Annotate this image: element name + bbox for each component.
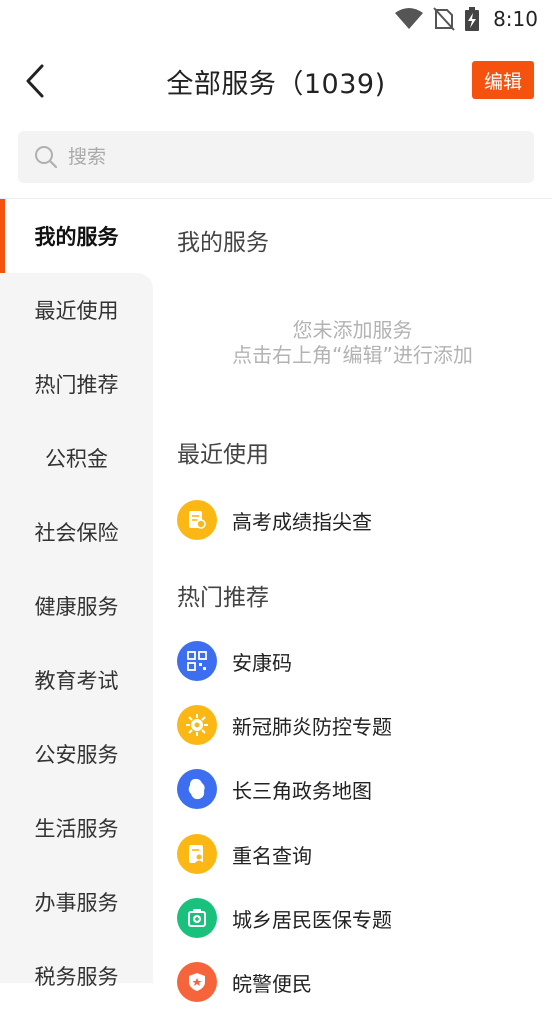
search-box[interactable]	[18, 131, 534, 183]
sidebar-item-health[interactable]: 健康服务	[0, 569, 153, 643]
sidebar-item-social-insurance[interactable]: 社会保险	[0, 495, 153, 569]
sidebar-item-label: 公积金	[45, 447, 108, 471]
service-item-ankang-code[interactable]: 安康码	[177, 639, 537, 683]
service-item-medical-insurance[interactable]: 城乡居民医保专题	[177, 896, 537, 940]
sidebar-item-label: 办事服务	[34, 891, 119, 915]
empty-hint: 您未添加服务 点击右上角“编辑”进行添加	[153, 318, 552, 368]
sidebar-item-public-security[interactable]: 公安服务	[0, 717, 153, 791]
back-button[interactable]	[22, 62, 52, 100]
sidebar-item-label: 我的服务	[34, 225, 119, 249]
service-item-duplicate-name[interactable]: 重名查询	[177, 832, 537, 876]
sidebar-item-tax[interactable]: 税务服务	[0, 939, 153, 1013]
search-input[interactable]	[68, 146, 488, 168]
service-label: 皖警便民	[232, 971, 312, 996]
search-icon	[35, 146, 58, 169]
map-icon	[177, 769, 217, 809]
sidebar-item-label: 最近使用	[34, 299, 119, 323]
header: 全部服务（1039) 编辑	[0, 38, 552, 124]
sidebar-item-label: 公安服务	[34, 743, 119, 767]
empty-hint-line1: 您未添加服务	[292, 318, 413, 342]
score-report-icon	[177, 500, 217, 540]
sidebar-item-label: 生活服务	[34, 817, 119, 841]
sidebar-item-life[interactable]: 生活服务	[0, 791, 153, 865]
service-label: 城乡居民医保专题	[232, 907, 392, 932]
sidebar-item-label: 税务服务	[34, 965, 119, 989]
name-search-icon	[177, 834, 217, 874]
service-label: 长三角政务地图	[232, 778, 372, 803]
sidebar: 我的服务 最近使用 热门推荐 公积金 社会保险 健康服务 教育考试 公安服务 生…	[0, 199, 153, 989]
sidebar-item-label: 热门推荐	[34, 373, 119, 397]
wifi-icon	[395, 8, 424, 29]
sidebar-item-affairs[interactable]: 办事服务	[0, 865, 153, 939]
sidebar-item-education[interactable]: 教育考试	[0, 643, 153, 717]
service-label: 安康码	[232, 650, 292, 675]
content-panel: 我的服务 您未添加服务 点击右上角“编辑”进行添加 最近使用 高考成绩指尖查 热…	[153, 199, 552, 1002]
section-title-my-services: 我的服务	[177, 230, 269, 256]
service-item-gaokao-score[interactable]: 高考成绩指尖查	[177, 498, 537, 542]
sidebar-item-housing-fund[interactable]: 公积金	[0, 421, 153, 495]
sidebar-item-my-services[interactable]: 我的服务	[0, 199, 153, 273]
status-bar: 8:10	[0, 0, 552, 38]
sidebar-item-label: 教育考试	[34, 669, 119, 693]
virus-icon	[177, 705, 217, 745]
service-item-covid-topic[interactable]: 新冠肺炎防控专题	[177, 703, 537, 747]
chevron-left-icon	[26, 64, 44, 98]
sidebar-item-recent[interactable]: 最近使用	[0, 273, 153, 347]
sidebar-item-label: 社会保险	[34, 521, 119, 545]
status-time: 8:10	[493, 7, 538, 31]
edit-button[interactable]: 编辑	[472, 61, 534, 99]
sidebar-item-hot[interactable]: 热门推荐	[0, 347, 153, 421]
qr-code-icon	[177, 641, 217, 681]
empty-hint-line2: 点击右上角“编辑”进行添加	[232, 343, 473, 367]
search-bar	[18, 131, 534, 183]
police-badge-icon	[177, 962, 217, 1002]
sidebar-item-label: 健康服务	[34, 595, 119, 619]
service-item-police-service[interactable]: 皖警便民	[177, 960, 537, 1004]
page-title: 全部服务（1039)	[166, 68, 386, 100]
battery-charging-icon	[465, 7, 480, 31]
service-label: 重名查询	[232, 843, 312, 868]
section-title-recent: 最近使用	[177, 442, 269, 468]
no-sim-icon	[433, 7, 455, 31]
service-item-yrd-map[interactable]: 长三角政务地图	[177, 767, 537, 811]
service-label: 新冠肺炎防控专题	[232, 714, 392, 739]
medical-kit-icon	[177, 898, 217, 938]
service-label: 高考成绩指尖查	[232, 509, 372, 534]
section-title-hot: 热门推荐	[177, 585, 269, 611]
